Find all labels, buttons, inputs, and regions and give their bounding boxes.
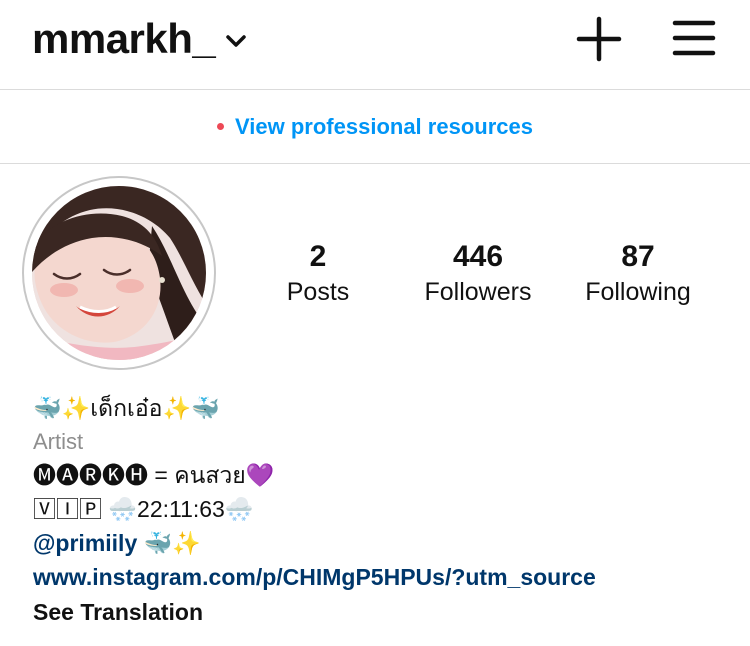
followers-label: Followers [424,278,532,306]
professional-resources-label: View professional resources [235,113,533,139]
mention-suffix: 🐳✨ [137,530,201,556]
notification-dot-icon [217,123,225,130]
bio-line: 🅅🄸🄿 🌨️22:11:63🌨️ [33,496,254,522]
followers-stat[interactable]: 446 Followers [403,238,553,308]
profile-photo [32,186,206,360]
account-switcher[interactable]: mmarkh_ [32,14,247,64]
username: mmarkh_ [32,15,216,62]
mention-line: @primiily 🐳✨ [33,526,733,560]
profile-bio: 🐳✨เด็กเอ๋อ✨🐳 Artist 🅜🅐🅡🅚🅗 = คนสวย💜 🅅🄸🄿 🌨… [33,390,733,630]
following-label: Following [585,278,691,306]
posts-stat[interactable]: 2 Posts [243,238,393,308]
followers-count: 446 [452,240,504,273]
website-link[interactable]: www.instagram.com/p/CHIMgP5HPUs/?utm_sou… [33,560,733,594]
following-stat[interactable]: 87 Following [563,238,713,308]
avatar [32,186,206,360]
category-label: Artist [33,429,84,454]
posts-count: 2 [309,240,327,273]
view-professional-resources-link[interactable]: View professional resources [217,114,533,140]
display-name: 🐳✨เด็กเอ๋อ✨🐳 [33,395,220,421]
hamburger-menu-icon[interactable] [672,18,716,58]
mention-link[interactable]: @primiily [33,530,137,556]
bio-line: 🅜🅐🅡🅚🅗 = คนสวย💜 [33,462,275,488]
avatar-ring[interactable] [22,176,216,370]
plus-icon[interactable] [576,16,622,62]
posts-label: Posts [286,278,350,306]
top-bar: mmarkh_ [0,0,750,90]
chevron-down-icon [226,35,247,47]
professional-resources-banner: View professional resources [0,90,750,164]
following-count: 87 [621,240,655,273]
see-translation-button[interactable]: See Translation [33,594,733,630]
